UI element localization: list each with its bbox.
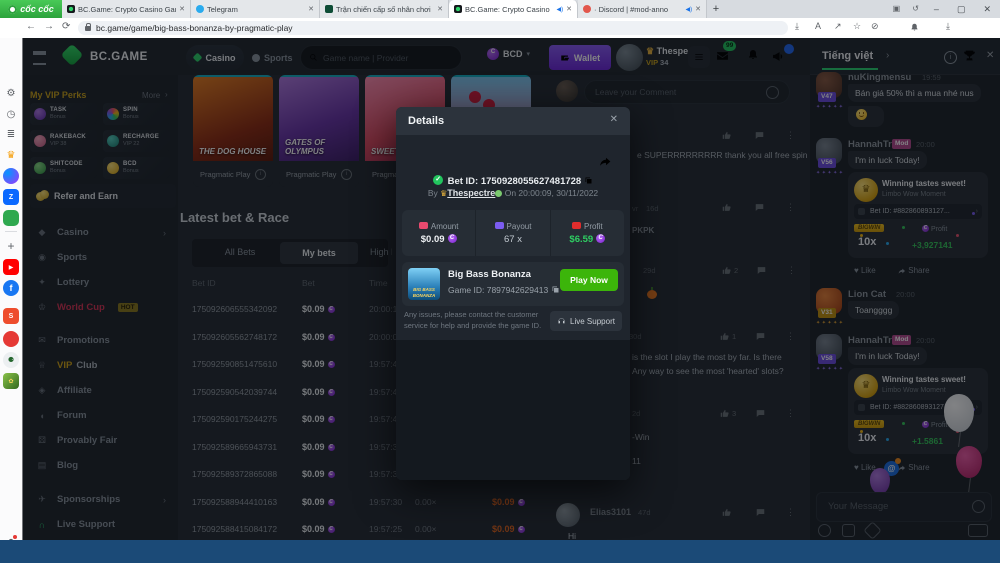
browser-tab[interactable]: BC.Game: Crypto Casino Gam ✕: [62, 0, 191, 18]
tab-title: · Discord | #mod-anno: [594, 5, 683, 14]
stat-profit: Profit $6.59: [550, 210, 624, 256]
support-note: Any issues, please contact the customer …: [404, 310, 542, 331]
tab-audio-icon[interactable]: [557, 6, 564, 13]
back-icon[interactable]: ←: [26, 21, 36, 32]
frog-emoji: [495, 190, 502, 197]
tab-favicon: [325, 5, 333, 13]
reload-icon[interactable]: ⟳: [62, 21, 70, 32]
windows-taskbar: ⌃ ◀) ENG 8:00 PM 11/30/2022: [0, 540, 1000, 563]
bet-id-line: Bet ID: 1750928055627481728: [396, 171, 630, 189]
window-close-button[interactable]: ✕: [974, 0, 1000, 18]
browser-tab[interactable]: BC.Game: Crypto Casino ✕: [449, 0, 578, 18]
download-tray-icon[interactable]: ⤓: [795, 21, 799, 32]
games-gamepad-icon[interactable]: [3, 210, 19, 226]
soccer-app-icon[interactable]: ⚈: [3, 352, 19, 368]
notification-bell-icon[interactable]: [910, 22, 919, 32]
tab-close-icon[interactable]: ✕: [308, 5, 314, 13]
new-tab-button[interactable]: +: [707, 0, 725, 18]
verified-check-icon: [433, 175, 443, 185]
share-icon[interactable]: ↗: [834, 21, 842, 32]
translate-icon[interactable]: A: [815, 21, 821, 31]
live-support-button[interactable]: Live Support: [550, 311, 622, 331]
add-shortcut-icon[interactable]: +: [3, 238, 19, 254]
modal-title: Details: [408, 115, 444, 127]
tab-audio-icon[interactable]: [686, 6, 693, 13]
player-name[interactable]: Thespectre: [447, 188, 495, 198]
screen-capture-icon[interactable]: ▣: [887, 0, 907, 18]
coccoc-brand-button[interactable]: cốc cốc: [0, 0, 62, 18]
copy-icon[interactable]: [584, 176, 593, 185]
screen: cốc cốc BC.Game: Crypto Casino Gam ✕ Tel…: [0, 0, 1000, 563]
bet-stats: Amount $0.09 Payout 67 x Profit $6.59: [402, 210, 624, 256]
url-omnibox[interactable]: bc.game/game/big-bass-bonanza-by-pragmat…: [78, 21, 788, 35]
tab-title: Trận chiến cấp số nhân chơi: [336, 5, 434, 14]
browser-tab[interactable]: · Discord | #mod-anno ✕: [578, 0, 707, 18]
tab-title: Telegram: [207, 5, 305, 14]
messenger-icon[interactable]: [3, 168, 19, 184]
window-maximize-button[interactable]: ▢: [948, 0, 975, 18]
game-id-line: Game ID: 7897942629413: [448, 285, 560, 295]
browser-tab-strip: cốc cốc BC.Game: Crypto Casino Gam ✕ Tel…: [0, 0, 1000, 18]
modal-result-area: [396, 340, 630, 480]
shopee-icon[interactable]: S: [3, 308, 19, 324]
play-now-button[interactable]: Play Now: [560, 269, 618, 291]
tab-close-icon[interactable]: ✕: [695, 5, 701, 13]
bet-details-modal: Details ✕ Bet ID: 1750928055627481728 By…: [396, 107, 630, 480]
youtube-icon[interactable]: ▶: [3, 259, 19, 275]
browser-side-rail: ⚙ ◷ ≣ ♛ Z + ▶ f S ⚈ ✿ ⋯: [0, 38, 23, 540]
crown-hot-icon[interactable]: ♛: [3, 147, 19, 163]
tab-title: BC.Game: Crypto Casino: [465, 5, 554, 14]
bet-by-line: By ♛Thespectre On 20:00:09, 30/11/2022: [396, 188, 630, 198]
tab-favicon: [196, 5, 204, 13]
browser-tab[interactable]: Telegram ✕: [191, 0, 320, 18]
coccoc-logo-icon: [8, 5, 17, 14]
modal-close-icon[interactable]: ✕: [610, 114, 618, 125]
url-text: bc.game/game/big-bass-bonanza-by-pragmat…: [96, 23, 293, 33]
tab-favicon: [583, 5, 591, 13]
adblock-shield-icon[interactable]: ⊘: [871, 21, 879, 32]
restore-icon[interactable]: ↺: [906, 0, 925, 18]
stat-payout: Payout 67 x: [475, 210, 549, 256]
farm-game-icon[interactable]: ✿: [3, 373, 19, 389]
rail-divider: [5, 231, 17, 232]
tab-favicon: [67, 5, 75, 13]
modal-header: Details ✕: [396, 107, 630, 135]
browser-tab[interactable]: Trận chiến cấp số nhân chơi ✕: [320, 0, 449, 18]
news-feed-icon[interactable]: ≣: [3, 126, 19, 142]
bookmark-star-icon[interactable]: ☆: [853, 21, 861, 32]
tab-title: BC.Game: Crypto Casino Gam: [78, 5, 176, 14]
tab-close-icon[interactable]: ✕: [179, 5, 185, 13]
forward-icon[interactable]: →: [44, 21, 54, 32]
game-title: Big Bass Bonanza: [448, 269, 531, 280]
tab-close-icon[interactable]: ✕: [566, 5, 572, 13]
history-icon[interactable]: ◷: [3, 106, 19, 122]
settings-gear-icon[interactable]: ⚙: [3, 85, 19, 101]
game-info-box: BIG BASSBONANZA Big Bass Bonanza Game ID…: [402, 262, 624, 306]
zalo-icon[interactable]: Z: [3, 189, 19, 205]
lock-icon: [85, 26, 91, 31]
downloads-icon[interactable]: ⤓: [946, 21, 950, 32]
payout-icon: [495, 222, 504, 229]
tab-favicon: [454, 5, 462, 13]
stat-amount: Amount $0.09: [402, 210, 475, 256]
copy-icon[interactable]: [551, 285, 560, 294]
red-app-icon[interactable]: [3, 331, 19, 347]
amount-icon: [419, 222, 428, 229]
headset-icon: [557, 317, 566, 326]
share-bet-icon[interactable]: [599, 155, 612, 168]
profit-icon: [572, 222, 581, 229]
browser-address-bar: ← → ⟳ bc.game/game/big-bass-bonanza-by-p…: [0, 18, 1000, 39]
tab-close-icon[interactable]: ✕: [437, 5, 443, 13]
facebook-icon[interactable]: f: [3, 280, 19, 296]
game-thumbnail[interactable]: BIG BASSBONANZA: [408, 268, 440, 300]
window-minimize-button[interactable]: –: [925, 0, 948, 18]
